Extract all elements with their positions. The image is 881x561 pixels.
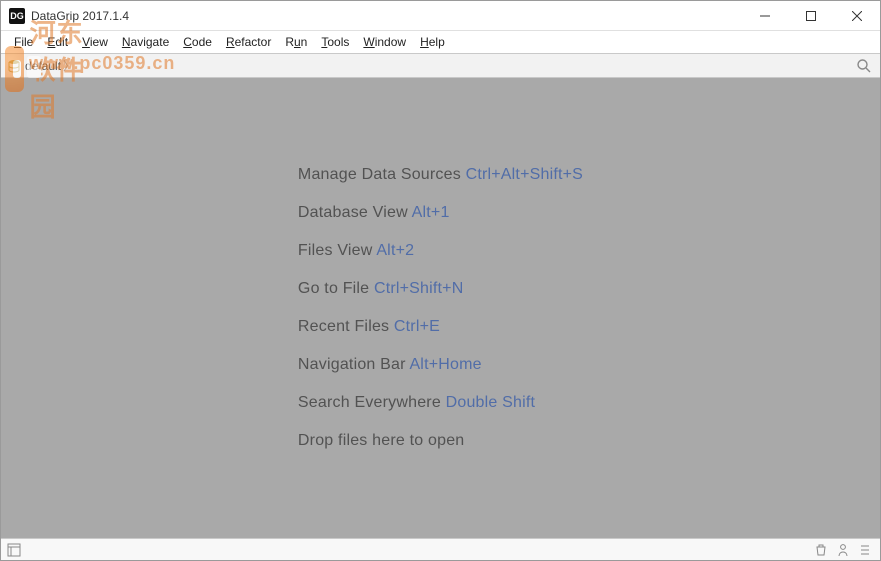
menu-edit[interactable]: Edit [40, 33, 75, 51]
close-button[interactable] [834, 1, 880, 30]
database-icon [7, 59, 21, 73]
tip-shortcut: Ctrl+Shift+N [374, 280, 464, 297]
menu-help[interactable]: Help [413, 33, 452, 51]
tip-label: Search Everywhere [298, 394, 446, 411]
window-title: DataGrip 2017.1.4 [31, 9, 129, 23]
chevron-right-icon: 〉 [63, 57, 75, 74]
breadcrumb-item[interactable]: default [25, 59, 61, 73]
status-bar [1, 538, 880, 560]
minimize-icon [760, 11, 770, 21]
menu-tools[interactable]: Tools [314, 33, 356, 51]
tip-label: Go to File [298, 280, 374, 297]
window-controls [742, 1, 880, 30]
menu-file[interactable]: File [7, 33, 40, 51]
close-icon [852, 11, 862, 21]
tip-go-to-file: Go to File Ctrl+Shift+N [298, 280, 583, 298]
tip-shortcut: Ctrl+Alt+Shift+S [466, 166, 583, 183]
search-icon[interactable] [856, 58, 872, 74]
minimize-button[interactable] [742, 1, 788, 30]
tip-recent-files: Recent Files Ctrl+E [298, 318, 583, 336]
editor-empty-state[interactable]: Manage Data Sources Ctrl+Alt+Shift+S Dat… [1, 78, 880, 538]
tip-search-everywhere: Search Everywhere Double Shift [298, 394, 583, 412]
tool-windows-icon[interactable] [7, 543, 21, 557]
tip-label: Recent Files [298, 318, 394, 335]
tip-label: Database View [298, 204, 412, 221]
goto-line-icon[interactable] [858, 543, 872, 557]
tips-list: Manage Data Sources Ctrl+Alt+Shift+S Dat… [298, 146, 583, 470]
tip-files-view: Files View Alt+2 [298, 242, 583, 260]
tip-manage-data-sources: Manage Data Sources Ctrl+Alt+Shift+S [298, 166, 583, 184]
menu-view[interactable]: View [75, 33, 115, 51]
tip-drop-files: Drop files here to open [298, 432, 583, 450]
tip-shortcut: Alt+1 [412, 204, 450, 221]
tip-label: Manage Data Sources [298, 166, 466, 183]
menu-bar: File Edit View Navigate Code Refactor Ru… [1, 31, 880, 54]
menu-code[interactable]: Code [176, 33, 219, 51]
tip-shortcut: Alt+2 [376, 242, 414, 259]
tip-label: Drop files here to open [298, 432, 464, 449]
trash-icon[interactable] [814, 543, 828, 557]
hector-icon[interactable] [836, 543, 850, 557]
maximize-button[interactable] [788, 1, 834, 30]
title-bar: DG DataGrip 2017.1.4 [1, 1, 880, 31]
app-icon: DG [9, 8, 25, 24]
tip-shortcut: Ctrl+E [394, 318, 440, 335]
menu-run[interactable]: Run [278, 33, 314, 51]
navigation-bar[interactable]: default 〉 [1, 54, 880, 78]
maximize-icon [806, 11, 816, 21]
tip-database-view: Database View Alt+1 [298, 204, 583, 222]
app-window: 河东软件园 www.pc0359.cn DG DataGrip 2017.1.4… [0, 0, 881, 561]
tip-shortcut: Double Shift [446, 394, 536, 411]
menu-refactor[interactable]: Refactor [219, 33, 278, 51]
tip-navigation-bar: Navigation Bar Alt+Home [298, 356, 583, 374]
menu-window[interactable]: Window [356, 33, 413, 51]
menu-navigate[interactable]: Navigate [115, 33, 176, 51]
tip-label: Files View [298, 242, 376, 259]
tip-label: Navigation Bar [298, 356, 410, 373]
tip-shortcut: Alt+Home [409, 356, 481, 373]
